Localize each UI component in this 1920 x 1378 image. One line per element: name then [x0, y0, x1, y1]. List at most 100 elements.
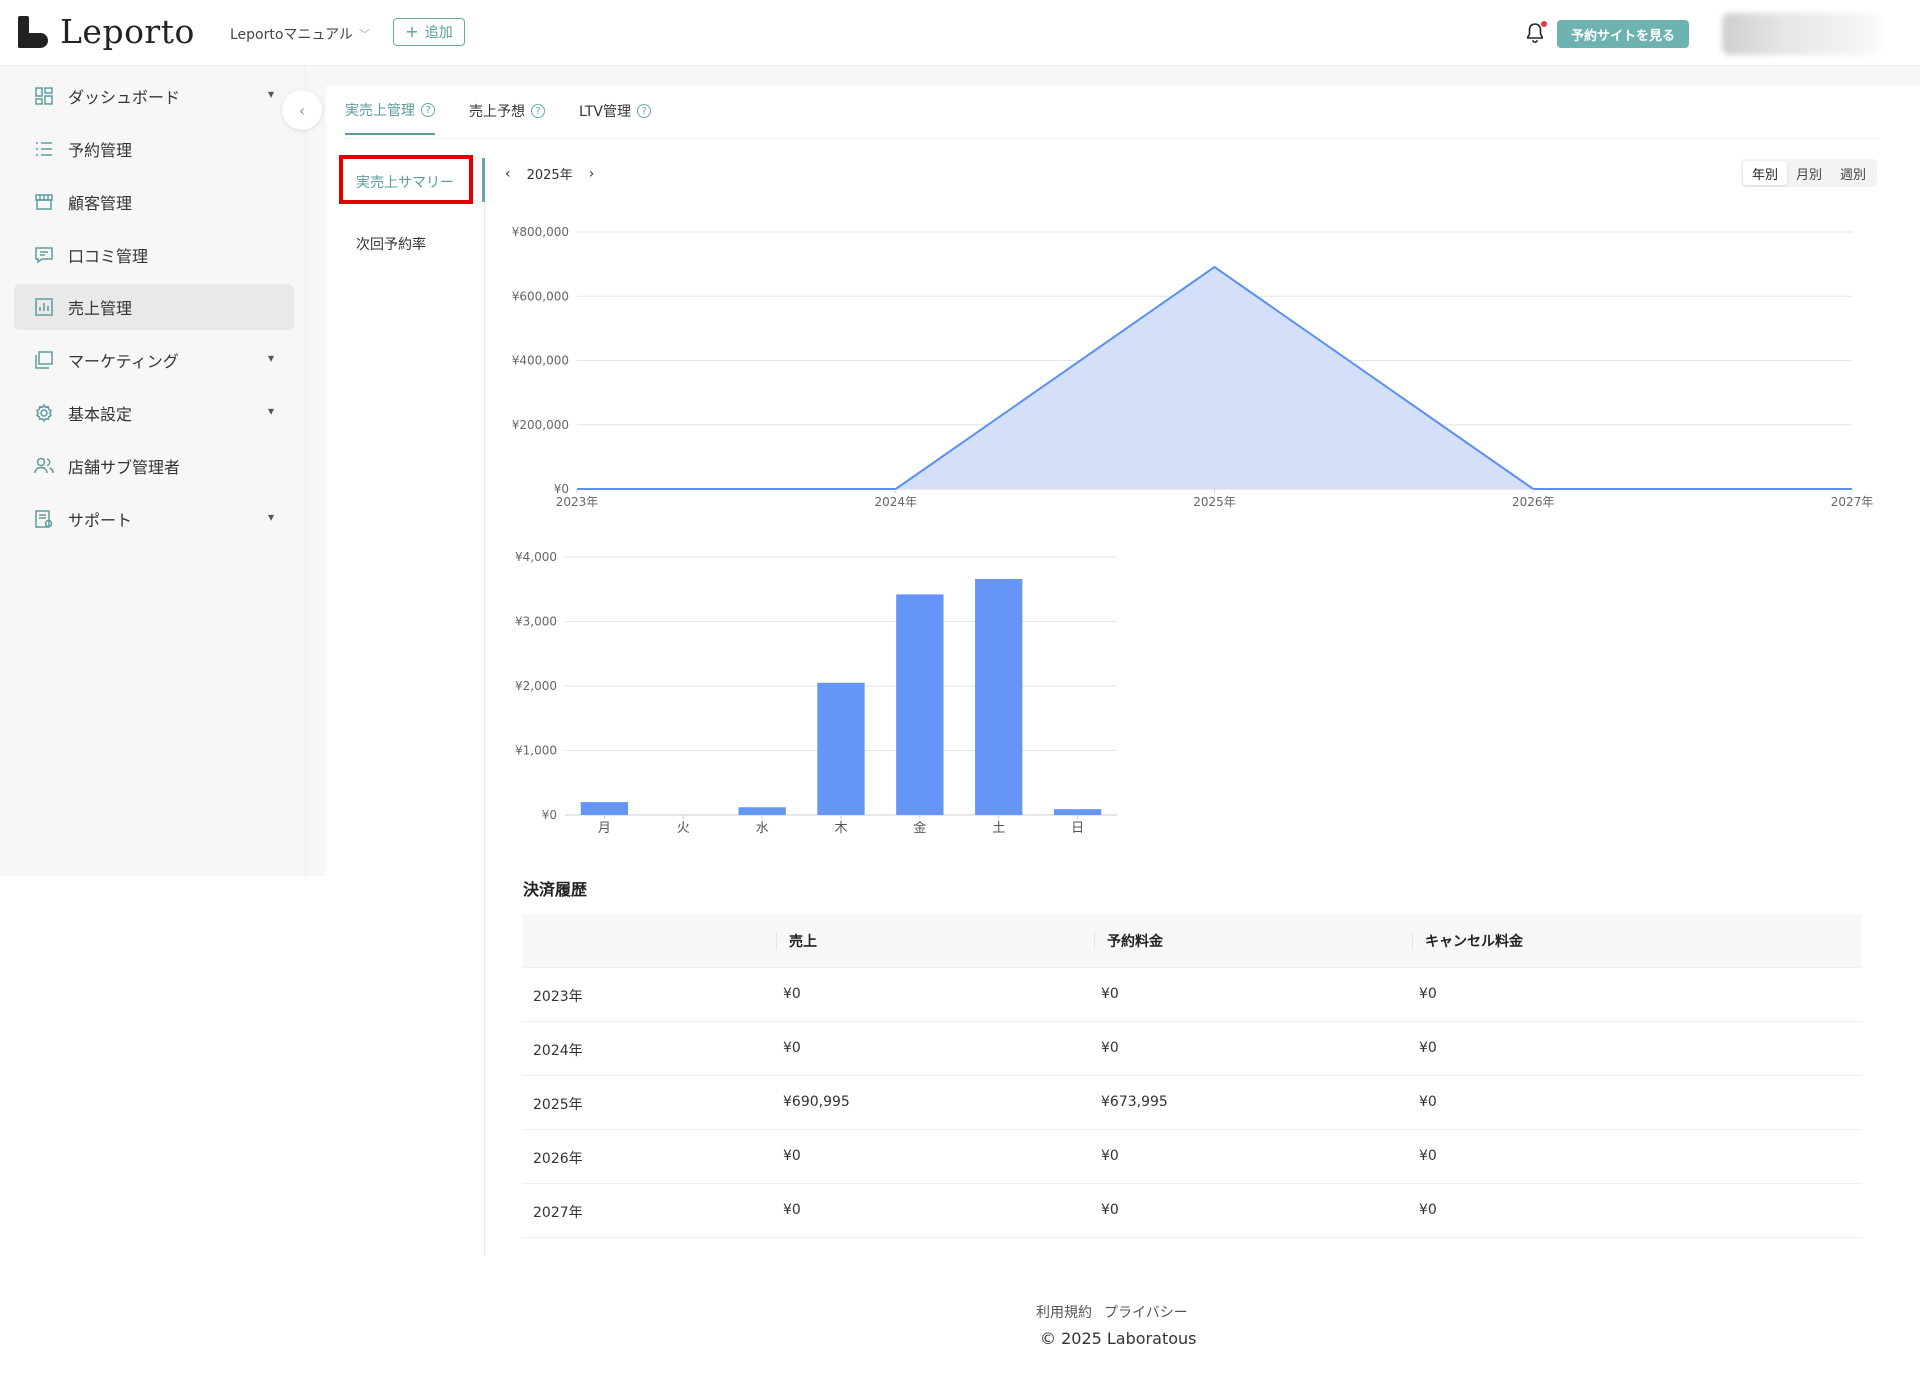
footer-links: 利用規約 プライバシー [1036, 1302, 1188, 1322]
y-tick-label: ¥800,000 [512, 225, 569, 239]
sidebar-item-settings[interactable]: 基本設定 ▾ [14, 390, 294, 436]
sidebar-item-sub-admins[interactable]: 店舗サブ管理者 [14, 443, 294, 489]
logo[interactable]: Leporto [18, 12, 195, 51]
users-icon [34, 456, 54, 476]
area-fill [577, 267, 1852, 489]
table-cell: ¥690,995 [783, 1094, 850, 1110]
x-tick-label: 土 [992, 821, 1005, 836]
chevron-left-icon[interactable]: ‹ [505, 166, 511, 182]
table-header: 売上 予約料金 キャンセル料金 [523, 914, 1861, 968]
copy-icon [34, 350, 54, 370]
gear-icon [34, 403, 54, 423]
table-row: 2027年 ¥0 ¥0 ¥0 [523, 1184, 1861, 1238]
submenu-active-indicator [482, 158, 485, 202]
sidebar-item-reservations[interactable]: 予約管理 [14, 126, 294, 172]
y-tick-label: ¥600,000 [512, 289, 569, 303]
bell-icon[interactable] [1525, 21, 1547, 44]
chevron-down-icon: ▾ [267, 351, 274, 365]
sidebar-item-label: 基本設定 [68, 405, 133, 424]
dashboard-icon [34, 86, 54, 106]
chevron-right-icon[interactable]: › [589, 166, 595, 182]
tab-actual-sales[interactable]: 実売上管理 ? [345, 100, 435, 135]
help-icon[interactable]: ? [531, 104, 545, 118]
tab-label: 売上予想 [469, 104, 525, 120]
sidebar-item-support[interactable]: サポート ▾ [14, 496, 294, 542]
terms-link[interactable]: 利用規約 [1036, 1302, 1092, 1322]
table-cell: ¥0 [1101, 1202, 1119, 1218]
table-cell: ¥673,995 [1101, 1094, 1168, 1110]
view-booking-site-button[interactable]: 予約サイトを見る [1557, 20, 1689, 48]
y-tick-label: ¥1,000 [515, 744, 557, 758]
table-cell: ¥0 [783, 1148, 801, 1164]
table-cell: 2024年 [533, 1043, 583, 1059]
period-segmented-control: 年別 月別 週別 [1741, 159, 1878, 187]
x-tick-label: 2024年 [874, 495, 917, 509]
bar [817, 682, 865, 815]
x-tick-label: 木 [834, 821, 847, 836]
add-button-label: 追加 [424, 25, 453, 41]
table-cell: ¥0 [1419, 1202, 1437, 1218]
sidebar-item-label: 口コミ管理 [68, 247, 149, 266]
sidebar-item-label: 予約管理 [68, 141, 133, 160]
y-tick-label: ¥400,000 [512, 354, 569, 368]
sidebar-item-label: ダッシュボード [68, 88, 181, 107]
y-tick-label: ¥0 [542, 808, 557, 822]
table-cell: ¥0 [783, 1202, 801, 1218]
x-tick-label: 日 [1071, 821, 1084, 836]
help-icon[interactable]: ? [421, 103, 435, 117]
table-cell: ¥0 [783, 986, 801, 1002]
sidebar-item-reviews[interactable]: 口コミ管理 [14, 232, 294, 278]
table-cell: 2025年 [533, 1097, 583, 1113]
privacy-link[interactable]: プライバシー [1104, 1302, 1188, 1322]
tab-ltv[interactable]: LTV管理 ? [579, 100, 652, 135]
tabs-divider [345, 138, 1880, 139]
notification-dot [1541, 21, 1547, 27]
chevron-down-icon: ▾ [267, 87, 274, 101]
yearly-sales-area-chart: ¥800,000 ¥600,000 ¥400,000 ¥200,000 ¥02023年 2… [512, 225, 1874, 509]
add-button[interactable]: + 追加 [393, 18, 465, 46]
manual-select[interactable]: Leportoマニュアル ﹀ [230, 24, 370, 44]
table-cell: 2027年 [533, 1205, 583, 1221]
sidebar-item-label: サポート [68, 511, 133, 530]
tab-sales-forecast[interactable]: 売上予想 ? [469, 100, 545, 135]
sidebar: ダッシュボード ▾ 予約管理 顧客管理 口コミ管理 売上管理 マーケティング ▾ [0, 66, 306, 876]
bar [975, 578, 1023, 815]
x-tick-label: 水 [756, 821, 769, 836]
table-row: 2026年 ¥0 ¥0 ¥0 [523, 1130, 1861, 1184]
x-tick-label: 2027年 [1831, 495, 1874, 509]
plus-icon: + [405, 22, 419, 41]
sidebar-item-customers[interactable]: 顧客管理 [14, 179, 294, 225]
support-icon [34, 509, 54, 529]
help-icon[interactable]: ? [637, 104, 652, 118]
x-tick-label: 月 [598, 821, 611, 836]
sidebar-item-dashboard[interactable]: ダッシュボード ▾ [14, 73, 294, 119]
segment-monthly[interactable]: 月別 [1787, 161, 1831, 185]
user-account-menu[interactable] [1722, 13, 1882, 55]
chart-icon [34, 297, 54, 317]
x-tick-label: 金 [913, 820, 926, 836]
table-cell: ¥0 [783, 1040, 801, 1056]
table-row: 2024年 ¥0 ¥0 ¥0 [523, 1022, 1861, 1076]
table-row: 2025年 ¥690,995 ¥673,995 ¥0 [523, 1076, 1861, 1130]
bar [1053, 809, 1102, 815]
highlight-annotation [339, 155, 473, 204]
segment-weekly[interactable]: 週別 [1831, 161, 1875, 185]
collapse-sidebar-button[interactable]: ‹ [282, 90, 322, 130]
table-cell: ¥0 [1101, 1040, 1119, 1056]
x-tick-label: 2023年 [556, 495, 599, 509]
chevron-down-icon: ▾ [267, 510, 274, 524]
store-icon [34, 192, 54, 212]
logo-text: Leporto [60, 12, 195, 51]
manual-select-label: Leportoマニュアル [230, 27, 354, 43]
period-navigator: ‹ 2025年 › [505, 164, 595, 184]
table-body: 2023年 ¥0 ¥0 ¥0 2024年 ¥0 ¥0 ¥0 2025年 ¥690,995 ¥673,… [523, 968, 1861, 1238]
table-cell: ¥0 [1419, 1094, 1437, 1110]
payment-history-title: 決済履歴 [523, 880, 588, 899]
sidebar-item-label: マーケティング [68, 352, 179, 371]
sidebar-item-marketing[interactable]: マーケティング ▾ [14, 337, 294, 383]
y-tick-label: ¥2,000 [515, 679, 557, 693]
sidebar-item-sales[interactable]: 売上管理 [14, 284, 294, 330]
y-tick-label: ¥4,000 [515, 550, 557, 564]
submenu-item-next-reservation-rate[interactable]: 次回予約率 [356, 234, 426, 254]
segment-yearly[interactable]: 年別 [1743, 161, 1788, 185]
